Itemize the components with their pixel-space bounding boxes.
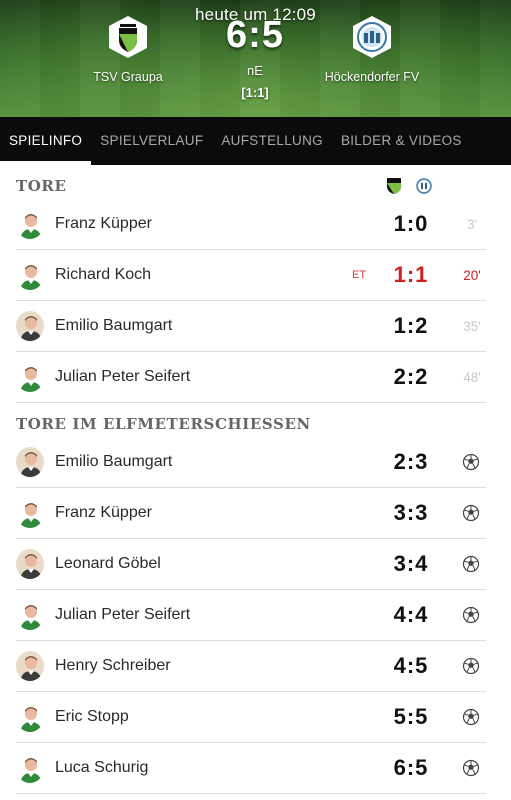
player-name: Julian Peter Seifert (55, 606, 191, 623)
home-team[interactable]: TSV Graupa (58, 14, 198, 84)
player-name: Franz Küpper (55, 215, 152, 232)
penalty-row[interactable]: Eric Stopp 5:5 (16, 692, 486, 743)
player-name: Eric Stopp (55, 708, 129, 725)
player-name: Emilio Baumgart (55, 453, 173, 470)
player-avatar-icon (16, 447, 44, 477)
penalty-row[interactable]: Henry Schreiber 4:5 (16, 641, 486, 692)
penalties-list: Emilio Baumgart 2:3 Franz Küpper 3:3 Leonard… (16, 437, 486, 794)
penalty-row[interactable]: Emilio Baumgart 2:3 (16, 437, 486, 488)
tsv-graupa-crest-icon (105, 14, 151, 60)
goals-section-title: TORE (16, 177, 67, 195)
player-name: Richard Koch (55, 266, 152, 283)
goal-score: 2:3 (393, 449, 429, 474)
goal-score: 3:3 (393, 500, 429, 525)
goal-row[interactable]: Richard Koch ET 1:1 20' (16, 250, 486, 301)
goal-minute: 48' (463, 369, 481, 385)
home-mini-crest-icon (387, 178, 401, 194)
goal-minute: 3' (466, 216, 478, 232)
player-avatar-icon (16, 498, 44, 528)
tab-bilder-videos[interactable]: BILDER & VIDEOS (332, 117, 471, 165)
goal-score: 5:5 (393, 704, 429, 729)
penalty-ball-icon (462, 657, 480, 675)
goal-score: 1:1 (393, 262, 429, 287)
player-avatar-icon (16, 549, 44, 579)
goal-row[interactable]: Emilio Baumgart 1:2 35' (16, 301, 486, 352)
own-goal-label: ET (352, 269, 367, 281)
player-avatar-icon (16, 600, 44, 630)
goal-score: 3:4 (393, 551, 429, 576)
goal-minute: 35' (463, 318, 481, 334)
penalty-row[interactable]: Luca Schurig 6:5 (16, 743, 486, 794)
player-name: Luca Schurig (55, 759, 149, 776)
goal-score: 1:2 (393, 313, 429, 338)
player-name: Leonard Göbel (55, 555, 161, 572)
tab-spielinfo[interactable]: SPIELINFO (0, 117, 92, 165)
goal-score: 6:5 (393, 755, 429, 780)
player-avatar-icon (16, 702, 44, 732)
goal-row[interactable]: Julian Peter Seifert 2:2 48' (16, 352, 486, 403)
player-avatar-icon (16, 362, 44, 392)
penalty-ball-icon (462, 606, 480, 624)
match-header: heute um 12:09 TSV Graupa 6:5 nE [1:1] H… (0, 0, 511, 117)
penalty-row[interactable]: Leonard Göbel 3:4 (16, 539, 486, 590)
match-info-content: TORE Franz Küpper 1:0 3' Richard Koch ET 1:1 2… (16, 165, 486, 794)
goals-section-header: TORE (16, 177, 486, 199)
penalty-row[interactable]: Franz Küpper 3:3 (16, 488, 486, 539)
goal-row[interactable]: Franz Küpper 1:0 3' (16, 199, 486, 250)
hoeckendorfer-fv-crest-icon (349, 14, 395, 60)
player-name: Emilio Baumgart (55, 317, 173, 334)
penalty-ball-icon (462, 759, 480, 777)
player-avatar-icon (16, 651, 44, 681)
penalty-ball-icon (462, 708, 480, 726)
player-name: Franz Küpper (55, 504, 152, 521)
player-name: Julian Peter Seifert (55, 368, 191, 385)
goal-score: 1:0 (393, 211, 429, 236)
halftime-score: [1:1] (241, 85, 269, 100)
result-type: nE (247, 63, 263, 78)
goals-list: Franz Küpper 1:0 3' Richard Koch ET 1:1 20' Emi… (16, 199, 486, 403)
player-name: Henry Schreiber (55, 657, 171, 674)
goal-minute: 20' (463, 267, 481, 283)
final-score: 6:5 (226, 14, 284, 56)
player-avatar-icon (16, 209, 44, 239)
goal-score: 4:5 (393, 653, 429, 678)
player-avatar-icon (16, 753, 44, 783)
home-team-name: TSV Graupa (93, 70, 163, 84)
penalty-ball-icon (462, 555, 480, 573)
penalty-ball-icon (462, 453, 480, 471)
tab-spielverlauf[interactable]: SPIELVERLAUF (91, 117, 212, 165)
away-team-name: Höckendorfer FV (324, 70, 420, 84)
goal-score: 2:2 (393, 364, 429, 389)
goal-score: 4:4 (393, 602, 429, 627)
penalty-row[interactable]: Julian Peter Seifert 4:4 (16, 590, 486, 641)
player-avatar-icon (16, 311, 44, 341)
away-team[interactable]: Höckendorfer FV (302, 14, 442, 84)
player-avatar-icon (16, 260, 44, 290)
tab-bar: SPIELINFO SPIELVERLAUF AUFSTELLUNG BILDE… (0, 117, 511, 165)
team-column-crests (386, 177, 432, 195)
penalty-ball-icon (462, 504, 480, 522)
penalties-section-title: TORE IM ELFMETERSCHIESSEN (16, 415, 311, 433)
tab-aufstellung[interactable]: AUFSTELLUNG (212, 117, 332, 165)
penalties-section-header: TORE IM ELFMETERSCHIESSEN (16, 415, 486, 437)
away-mini-crest-icon (416, 178, 432, 194)
